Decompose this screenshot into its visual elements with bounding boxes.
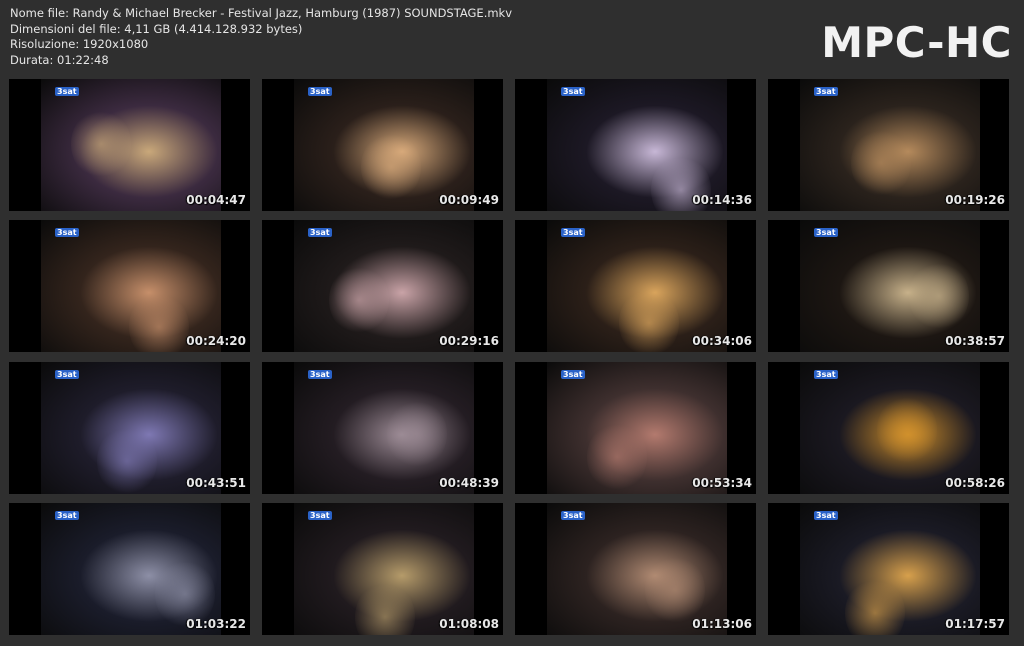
thumbnail-tile: 3sat 01:13:06 <box>515 503 756 635</box>
thumbnail-tile: 3sat 00:29:16 <box>262 220 503 352</box>
thumbnail-tile: 3sat 00:38:57 <box>768 220 1009 352</box>
channel-logo: 3sat <box>561 87 585 96</box>
video-frame-image: 3sat <box>547 220 727 352</box>
video-frame-image: 3sat <box>547 79 727 211</box>
channel-logo: 3sat <box>814 370 838 379</box>
thumbnail-tile: 3sat 00:24:20 <box>9 220 250 352</box>
video-frame-image: 3sat <box>294 220 474 352</box>
video-frame-image: 3sat <box>294 362 474 494</box>
video-frame-image: 3sat <box>294 503 474 635</box>
video-frame-image: 3sat <box>41 79 221 211</box>
thumbnail-tile: 3sat 00:53:34 <box>515 362 756 494</box>
timestamp-label: 00:04:47 <box>186 193 246 207</box>
channel-logo: 3sat <box>308 511 332 520</box>
timestamp-label: 00:43:51 <box>186 476 246 490</box>
thumbnail-tile: 3sat 00:48:39 <box>262 362 503 494</box>
thumbnail-tile: 3sat 01:03:22 <box>9 503 250 635</box>
thumbnail-grid: 3sat 00:04:47 3sat 00:09:49 3sat 00:14:36 3sat… <box>9 79 1015 639</box>
video-frame-image: 3sat <box>547 362 727 494</box>
channel-logo: 3sat <box>55 228 79 237</box>
video-frame-image: 3sat <box>800 503 980 635</box>
timestamp-label: 00:14:36 <box>692 193 752 207</box>
file-size-text: Dimensioni del file: 4,11 GB (4.414.128.… <box>10 21 303 36</box>
app-logo: MPC-HC <box>821 18 1012 67</box>
timestamp-label: 00:24:20 <box>186 334 246 348</box>
thumbnail-tile: 3sat 01:08:08 <box>262 503 503 635</box>
thumbnail-tile: 3sat 00:04:47 <box>9 79 250 211</box>
timestamp-label: 01:17:57 <box>945 617 1005 631</box>
channel-logo: 3sat <box>308 370 332 379</box>
timestamp-label: 01:13:06 <box>692 617 752 631</box>
timestamp-label: 00:53:34 <box>692 476 752 490</box>
video-frame-image: 3sat <box>547 503 727 635</box>
timestamp-label: 00:48:39 <box>439 476 499 490</box>
video-frame-image: 3sat <box>294 79 474 211</box>
channel-logo: 3sat <box>561 511 585 520</box>
video-frame-image: 3sat <box>800 79 980 211</box>
channel-logo: 3sat <box>55 87 79 96</box>
duration-text: Durata: 01:22:48 <box>10 52 109 67</box>
timestamp-label: 01:03:22 <box>186 617 246 631</box>
timestamp-label: 00:29:16 <box>439 334 499 348</box>
timestamp-label: 00:38:57 <box>945 334 1005 348</box>
timestamp-label: 01:08:08 <box>439 617 499 631</box>
channel-logo: 3sat <box>55 370 79 379</box>
channel-logo: 3sat <box>561 228 585 237</box>
timestamp-label: 00:58:26 <box>945 476 1005 490</box>
thumbnail-tile: 3sat 00:58:26 <box>768 362 1009 494</box>
channel-logo: 3sat <box>814 511 838 520</box>
thumbnail-tile: 3sat 00:09:49 <box>262 79 503 211</box>
thumbnail-tile: 3sat 01:17:57 <box>768 503 1009 635</box>
video-frame-image: 3sat <box>41 362 221 494</box>
timestamp-label: 00:34:06 <box>692 334 752 348</box>
channel-logo: 3sat <box>814 228 838 237</box>
channel-logo: 3sat <box>55 511 79 520</box>
channel-logo: 3sat <box>814 87 838 96</box>
resolution-text: Risoluzione: 1920x1080 <box>10 37 149 52</box>
channel-logo: 3sat <box>308 228 332 237</box>
timestamp-label: 00:09:49 <box>439 193 499 207</box>
video-frame-image: 3sat <box>800 220 980 352</box>
thumbnail-tile: 3sat 00:19:26 <box>768 79 1009 211</box>
thumbnail-tile: 3sat 00:43:51 <box>9 362 250 494</box>
channel-logo: 3sat <box>308 87 332 96</box>
thumbnail-tile: 3sat 00:34:06 <box>515 220 756 352</box>
file-info-panel: Nome file: Randy & Michael Brecker - Fes… <box>10 6 512 68</box>
channel-logo: 3sat <box>561 370 585 379</box>
timestamp-label: 00:19:26 <box>945 193 1005 207</box>
file-name-text: Nome file: Randy & Michael Brecker - Fes… <box>10 6 513 20</box>
video-frame-image: 3sat <box>41 220 221 352</box>
video-frame-image: 3sat <box>800 362 980 494</box>
thumbnail-tile: 3sat 00:14:36 <box>515 79 756 211</box>
video-frame-image: 3sat <box>41 503 221 635</box>
